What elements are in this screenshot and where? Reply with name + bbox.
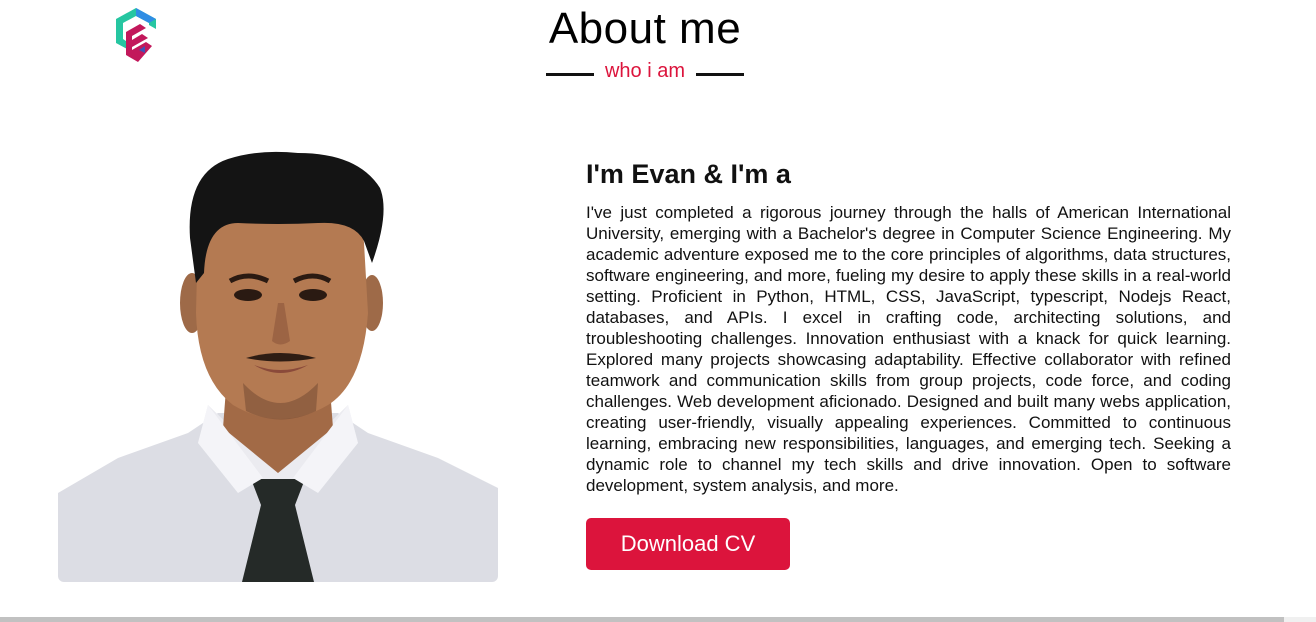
left-divider — [546, 72, 594, 76]
horizontal-scrollbar[interactable] — [0, 617, 1316, 622]
scrollbar-thumb[interactable] — [0, 617, 1284, 622]
intro-heading: I'm Evan & I'm a — [586, 159, 791, 189]
download-cv-button[interactable]: Download CV — [586, 518, 790, 570]
page-subtitle: who i am — [604, 59, 686, 82]
brand-logo-icon[interactable] — [112, 6, 160, 64]
profile-photo — [58, 143, 498, 582]
bio-paragraph: I've just completed a rigorous journey t… — [586, 203, 1231, 495]
right-divider — [696, 72, 744, 76]
subtitle-row: who i am — [546, 58, 744, 84]
about-section: About me who i am I'm Evan & I'm a I've … — [0, 0, 1316, 622]
page-title: About me — [548, 4, 742, 53]
